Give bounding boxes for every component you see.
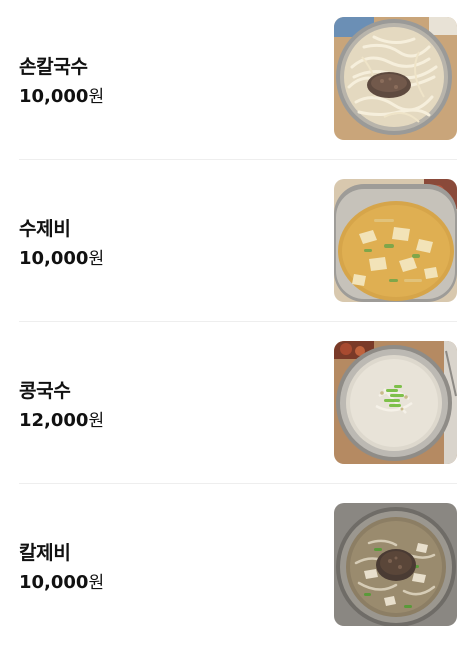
menu-item-price: 10,000원 <box>19 244 104 269</box>
price-value: 10,000 <box>19 572 89 593</box>
price-currency: 원 <box>88 249 105 269</box>
menu-item-name: 콩국수 <box>19 380 71 402</box>
sujebi-photo[interactable] <box>334 179 457 302</box>
menu-item-price: 10,000원 <box>19 82 104 107</box>
price-currency: 원 <box>88 411 105 431</box>
menu-item-kongguksu[interactable]: 콩국수 12,000원 <box>0 324 466 486</box>
divider <box>19 483 457 484</box>
price-currency: 원 <box>88 573 105 593</box>
menu-item-name: 손칼국수 <box>19 56 88 78</box>
price-value: 10,000 <box>19 86 89 107</box>
menu-item-sujebi[interactable]: 수제비 10,000원 <box>0 162 466 324</box>
kalguksu-image <box>334 17 457 140</box>
kongguksu-photo[interactable] <box>334 341 457 464</box>
menu-item-kaljebi[interactable]: 칼제비 10,000원 <box>0 486 466 648</box>
sujebi-image <box>334 179 457 302</box>
divider <box>19 321 457 322</box>
menu-item-price: 12,000원 <box>19 406 104 431</box>
divider <box>19 159 457 160</box>
menu-item-price: 10,000원 <box>19 568 104 593</box>
menu-item-name: 수제비 <box>19 218 71 240</box>
kaljebi-image <box>334 503 457 626</box>
price-value: 12,000 <box>19 410 89 431</box>
menu-item-kalguksu[interactable]: 손칼국수 10,000원 <box>0 0 466 162</box>
kaljebi-photo[interactable] <box>334 503 457 626</box>
price-currency: 원 <box>88 87 105 107</box>
menu-item-name: 칼제비 <box>19 542 71 564</box>
kalguksu-photo[interactable] <box>334 17 457 140</box>
kongguksu-image <box>334 341 457 464</box>
price-value: 10,000 <box>19 248 89 269</box>
